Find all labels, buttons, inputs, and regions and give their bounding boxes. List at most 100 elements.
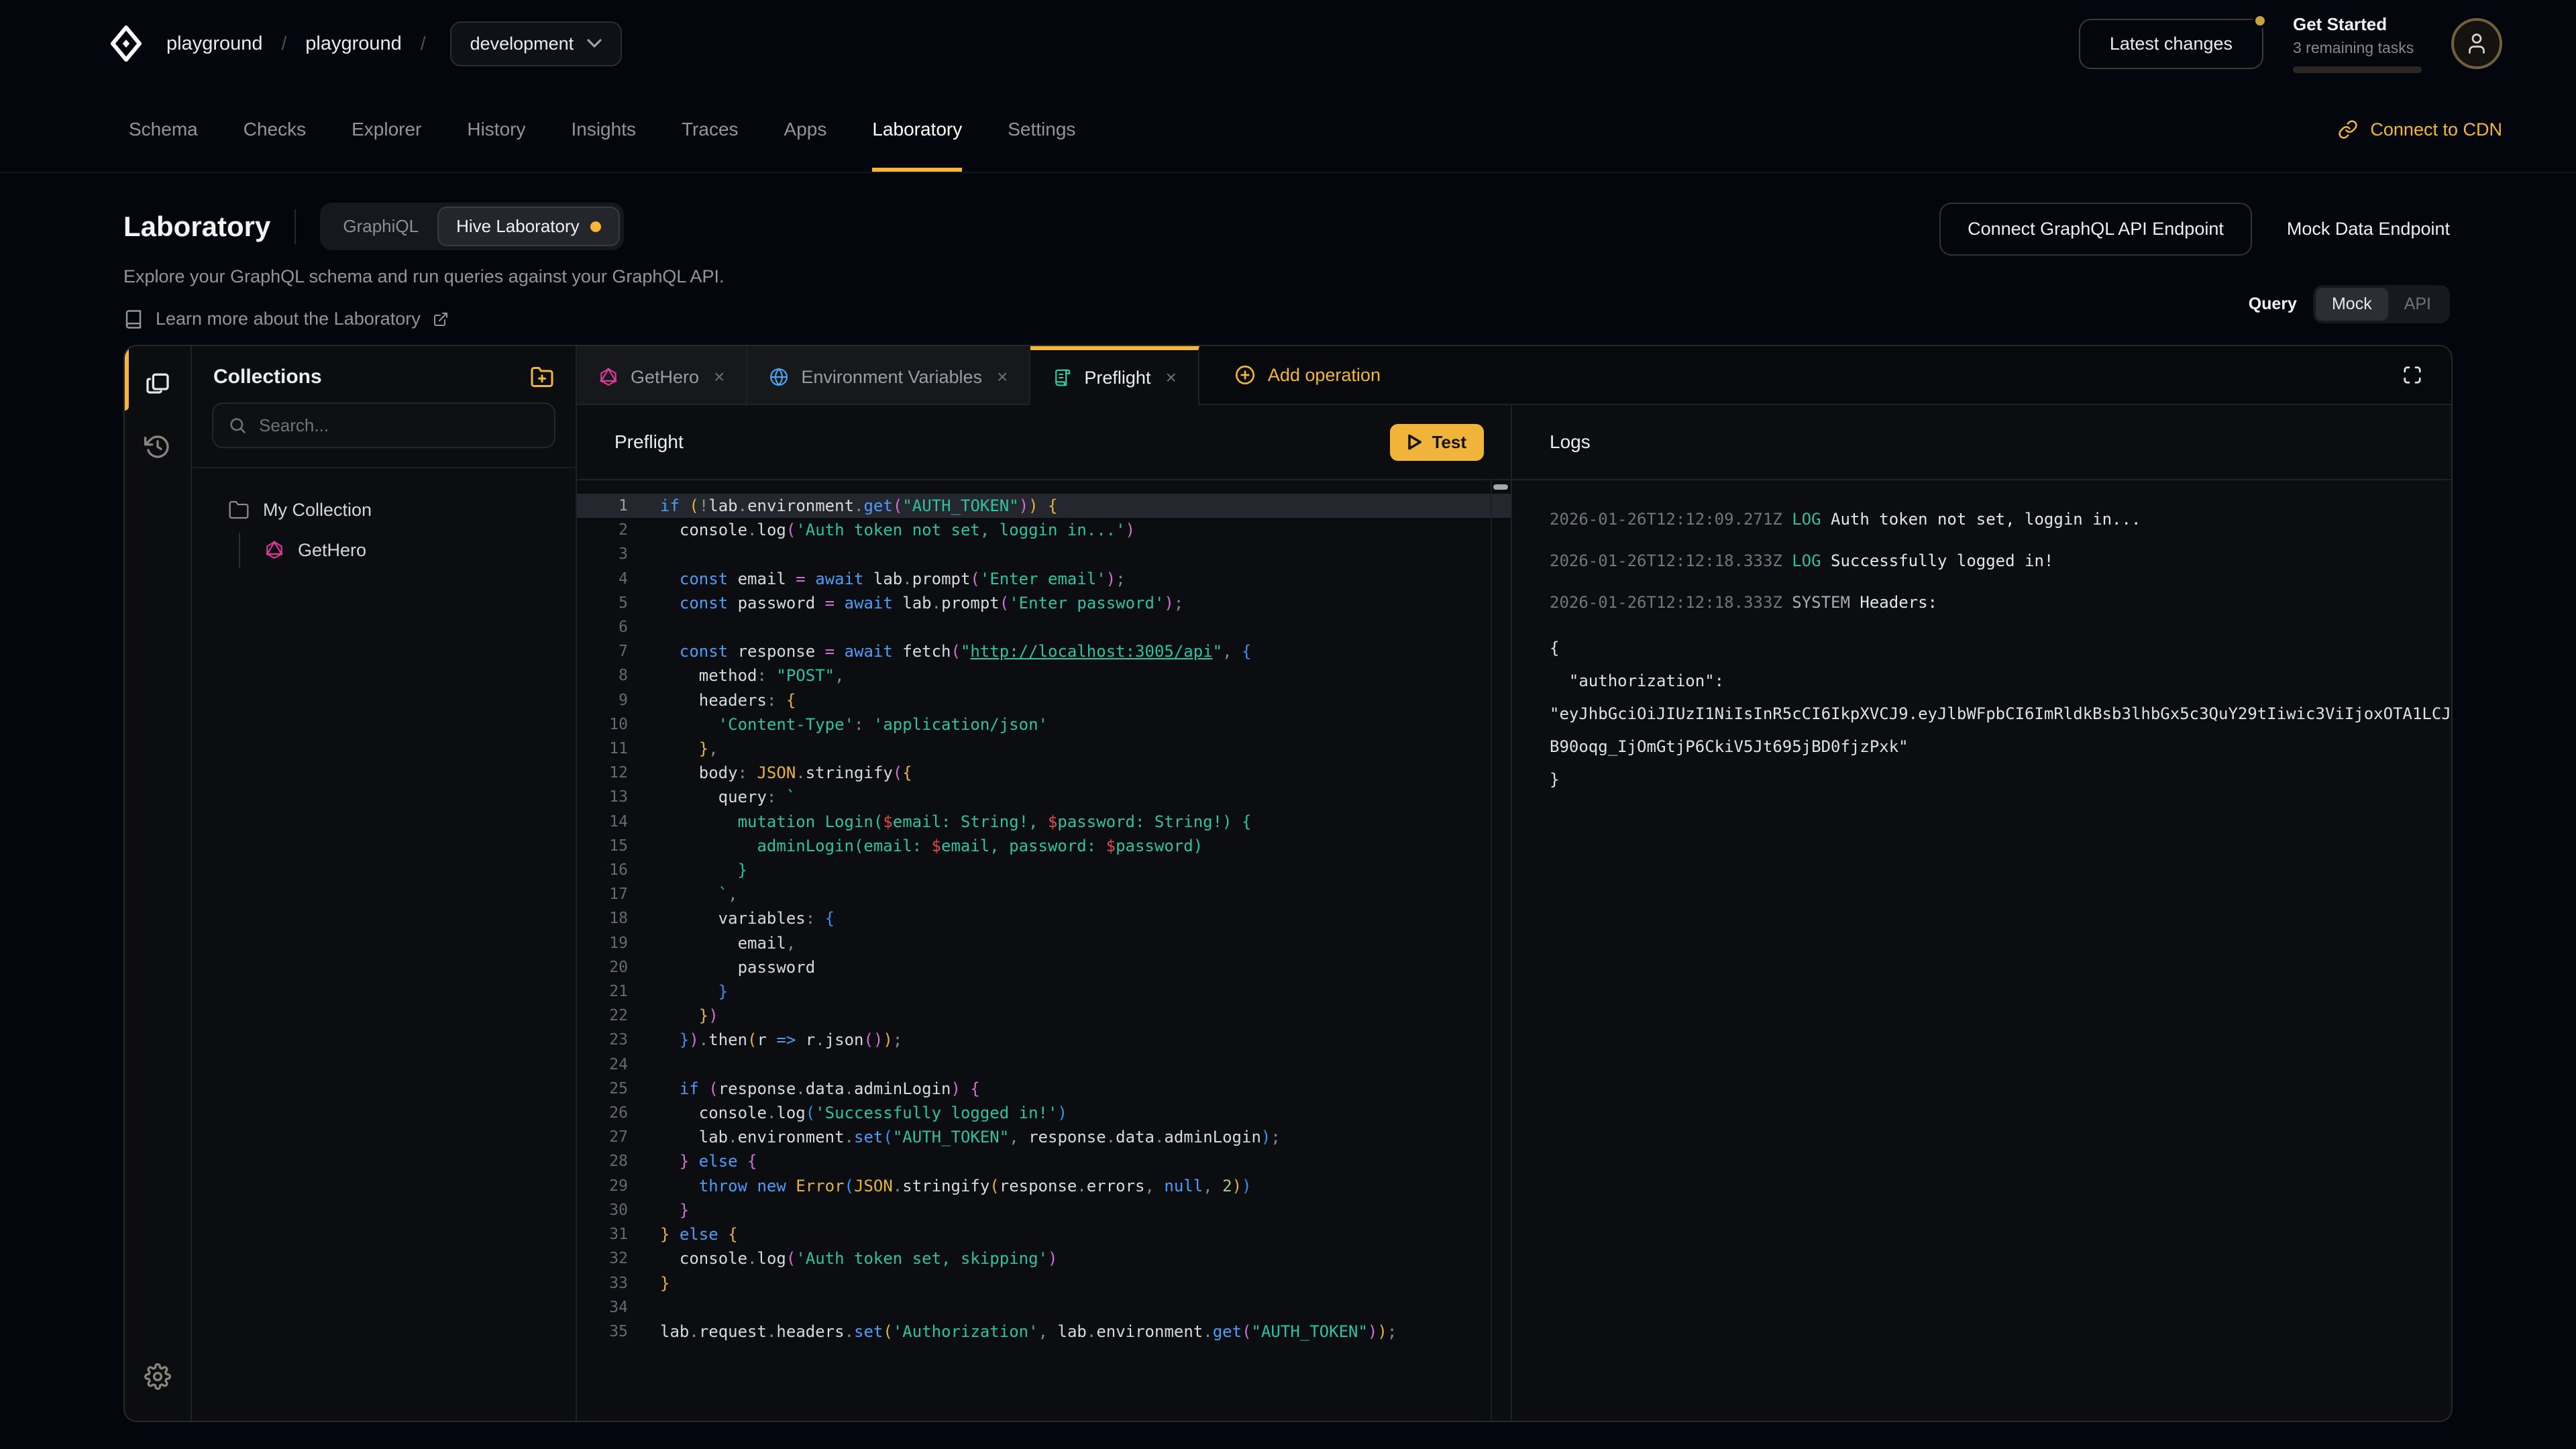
log-message: Auth token not set, loggin in... <box>1831 510 2141 529</box>
settings-gear-icon[interactable] <box>143 1362 172 1391</box>
connect-graphql-endpoint-button[interactable]: Connect GraphQL API Endpoint <box>1939 203 2252 256</box>
sidebar-rail <box>125 346 192 1421</box>
code-line[interactable]: 22}) <box>577 1004 1511 1028</box>
editor-scrollbar-thumb[interactable] <box>1493 484 1508 490</box>
connect-to-cdn-link[interactable]: Connect to CDN <box>2338 87 2502 172</box>
code-line[interactable]: 1if (!lab.environment.get("AUTH_TOKEN"))… <box>577 494 1511 518</box>
new-collection-icon[interactable] <box>530 365 554 389</box>
code-content: method: "POST", <box>644 663 845 688</box>
graphql-icon <box>264 540 284 560</box>
tree-item-label: My Collection <box>263 500 372 521</box>
toggle-option-mock[interactable]: Mock <box>2316 288 2388 321</box>
line-number: 18 <box>577 906 644 930</box>
code-line[interactable]: 35lab.request.headers.set('Authorization… <box>577 1320 1511 1344</box>
code-line[interactable]: 16} <box>577 858 1511 882</box>
code-line[interactable]: 13query: ` <box>577 785 1511 809</box>
code-content: } <box>644 858 747 882</box>
tab-environment-variables[interactable]: Environment Variables× <box>747 346 1030 404</box>
code-line[interactable]: 27lab.environment.set("AUTH_TOKEN", resp… <box>577 1125 1511 1149</box>
code-line[interactable]: 4const email = await lab.prompt('Enter e… <box>577 567 1511 591</box>
nav-item-explorer[interactable]: Explorer <box>352 87 421 172</box>
search-input[interactable] <box>259 415 539 436</box>
tab-preflight[interactable]: Preflight× <box>1030 346 1199 405</box>
hive-logo-icon[interactable] <box>110 25 142 62</box>
code-line[interactable]: 19email, <box>577 931 1511 955</box>
code-line[interactable]: 32console.log('Auth token set, skipping'… <box>577 1246 1511 1271</box>
line-number: 33 <box>577 1271 644 1295</box>
code-line[interactable]: 7const response = await fetch("http://lo… <box>577 639 1511 663</box>
breadcrumb: playground / playground / development <box>110 21 622 66</box>
tree-item-gethero[interactable]: GetHero <box>264 533 576 568</box>
code-line[interactable]: 31} else { <box>577 1222 1511 1246</box>
code-content: body: JSON.stringify({ <box>644 761 912 785</box>
toggle-option-api[interactable]: API <box>2388 288 2447 321</box>
get-started-widget[interactable]: Get Started 3 remaining tasks <box>2293 14 2422 73</box>
code-line[interactable]: 17`, <box>577 882 1511 906</box>
code-line[interactable]: 5const password = await lab.prompt('Ente… <box>577 591 1511 615</box>
nav-item-apps[interactable]: Apps <box>784 87 827 172</box>
preflight-code-editor[interactable]: 1if (!lab.environment.get("AUTH_TOKEN"))… <box>577 480 1511 1421</box>
nav-item-schema[interactable]: Schema <box>129 87 198 172</box>
code-line[interactable]: 15adminLogin(email: $email, password: $p… <box>577 834 1511 858</box>
code-line[interactable]: 28} else { <box>577 1149 1511 1173</box>
code-line[interactable]: 20password <box>577 955 1511 979</box>
code-line[interactable]: 2console.log('Auth token not set, loggin… <box>577 518 1511 542</box>
breadcrumb-org[interactable]: playground <box>166 33 263 55</box>
close-icon[interactable]: × <box>1165 367 1176 388</box>
latest-changes-button[interactable]: Latest changes <box>2079 19 2263 69</box>
test-button[interactable]: Test <box>1390 424 1484 461</box>
code-line[interactable]: 25if (response.data.adminLogin) { <box>577 1077 1511 1101</box>
code-line[interactable]: 6 <box>577 615 1511 639</box>
code-line[interactable]: 10'Content-Type': 'application/json' <box>577 712 1511 737</box>
code-line[interactable]: 14mutation Login($email: String!, $passw… <box>577 810 1511 834</box>
nav-item-checks[interactable]: Checks <box>244 87 306 172</box>
tree-item-my-collection[interactable]: My Collection <box>228 492 576 527</box>
tab-label: GetHero <box>631 367 699 388</box>
nav-item-insights[interactable]: Insights <box>571 87 636 172</box>
history-rail-icon[interactable] <box>143 432 172 462</box>
code-line[interactable]: 30} <box>577 1198 1511 1222</box>
line-number: 7 <box>577 639 644 663</box>
breadcrumb-project[interactable]: playground <box>305 33 402 55</box>
line-number: 3 <box>577 542 644 566</box>
target-selector[interactable]: development <box>450 21 623 66</box>
mode-option-hive-laboratory[interactable]: Hive Laboratory <box>437 207 620 246</box>
log-timestamp: 2026-01-26T12:12:18.333Z <box>1550 551 1792 570</box>
code-content <box>644 1053 660 1077</box>
code-line[interactable]: 33} <box>577 1271 1511 1295</box>
editor-mode-toggle: GraphiQL Hive Laboratory <box>320 203 623 250</box>
close-icon[interactable]: × <box>714 366 724 388</box>
mock-data-endpoint-button[interactable]: Mock Data Endpoint <box>2287 219 2450 239</box>
nav-item-history[interactable]: History <box>467 87 525 172</box>
code-line[interactable]: 9headers: { <box>577 688 1511 712</box>
code-line[interactable]: 29throw new Error(JSON.stringify(respons… <box>577 1174 1511 1198</box>
code-line[interactable]: 34 <box>577 1295 1511 1320</box>
tab-gethero[interactable]: GetHero × <box>577 346 747 404</box>
code-line[interactable]: 8method: "POST", <box>577 663 1511 688</box>
line-number: 32 <box>577 1246 644 1271</box>
primary-nav: Schema Checks Explorer History Insights Trace… <box>0 87 2576 173</box>
close-icon[interactable]: × <box>997 366 1008 388</box>
notification-dot <box>2253 13 2267 28</box>
code-content: } <box>644 1271 669 1295</box>
code-line[interactable]: 18variables: { <box>577 906 1511 930</box>
log-level-badge: LOG <box>1792 510 1831 529</box>
code-line[interactable]: 12body: JSON.stringify({ <box>577 761 1511 785</box>
fullscreen-icon[interactable] <box>2398 360 2427 390</box>
nav-item-laboratory[interactable]: Laboratory <box>872 87 962 172</box>
code-line[interactable]: 3 <box>577 542 1511 566</box>
nav-item-traces[interactable]: Traces <box>682 87 739 172</box>
log-timestamp: 2026-01-26T12:12:09.271Z <box>1550 510 1792 529</box>
code-line[interactable]: 26console.log('Successfully logged in!') <box>577 1101 1511 1125</box>
code-line[interactable]: 11}, <box>577 737 1511 761</box>
code-line[interactable]: 24 <box>577 1053 1511 1077</box>
code-content: query: ` <box>644 785 796 809</box>
mode-option-graphiql[interactable]: GraphiQL <box>324 207 437 246</box>
avatar[interactable] <box>2451 18 2502 69</box>
add-operation-button[interactable]: Add operation <box>1234 346 1381 404</box>
nav-item-settings[interactable]: Settings <box>1008 87 1075 172</box>
code-line[interactable]: 23}).then(r => r.json()); <box>577 1028 1511 1052</box>
collections-rail-icon[interactable] <box>143 368 172 397</box>
code-line[interactable]: 21} <box>577 979 1511 1004</box>
line-number: 22 <box>577 1004 644 1028</box>
